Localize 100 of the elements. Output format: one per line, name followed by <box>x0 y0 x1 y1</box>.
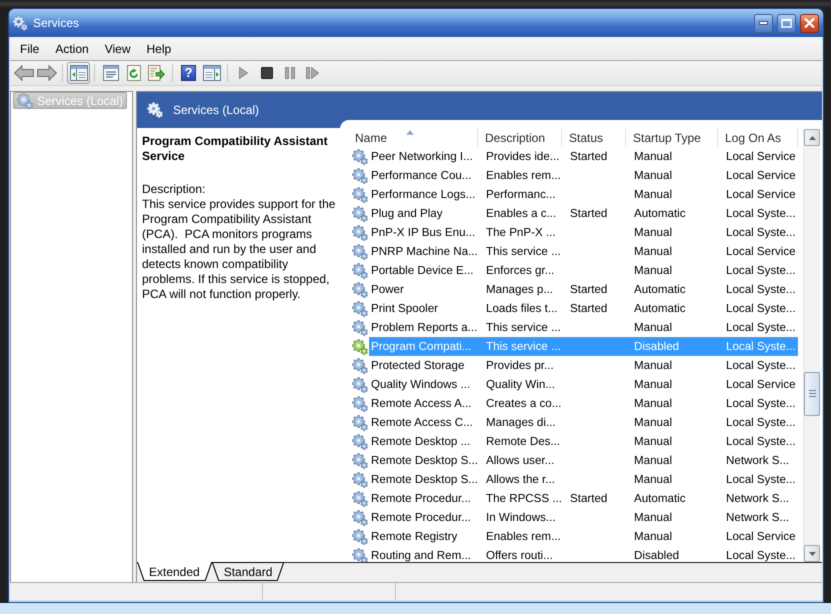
name-cell-text: Remote Desktop ... <box>370 434 472 450</box>
startup-type-cell-text: Manual <box>633 149 674 165</box>
name-cell-text: Plug and Play <box>370 206 444 222</box>
gear-icon <box>352 224 368 240</box>
service-row[interactable]: Remote Procedur... The RPCSS ... Started Automatic Network S... <box>369 489 798 508</box>
status-cell-text: Started <box>569 282 608 298</box>
scroll-down-button[interactable] <box>804 545 820 562</box>
description-cell-text: Manages di... <box>485 415 557 431</box>
service-row[interactable]: Peer Networking I... Provides ide... Started Manual Local Service <box>369 147 798 166</box>
menu-item[interactable]: Help <box>138 40 180 58</box>
log-on-as-cell-text: Local Syste... <box>725 548 797 562</box>
name-cell-text: Print Spooler <box>370 301 440 317</box>
gear-icon <box>352 528 368 544</box>
description-cell-text: Remote Des... <box>485 434 562 450</box>
service-row[interactable]: PnP-X IP Bus Enu... The PnP-X ... Manual Local Syste... <box>369 223 798 242</box>
menu-item[interactable]: Action <box>47 40 97 58</box>
description-cell-text: This service ... <box>485 339 562 355</box>
name-cell-text: Program Compati... <box>370 339 473 355</box>
name-cell-text: Remote Access C... <box>370 415 474 431</box>
name-cell-text: Problem Reports a... <box>370 320 478 336</box>
gear-icon <box>352 452 368 468</box>
gear-icon <box>352 244 368 260</box>
service-row[interactable]: Remote Access A... Creates a co... Manual Local Syste... <box>369 394 798 413</box>
log-on-as-cell-text: Local Syste... <box>725 415 797 431</box>
description-cell-text: Creates a co... <box>485 396 562 412</box>
gear-icon <box>12 15 28 31</box>
name-cell-text: Quality Windows ... <box>370 377 472 393</box>
service-row[interactable]: Remote Registry Enables rem... Manual Local Service <box>369 527 798 546</box>
scroll-up-button[interactable] <box>804 129 820 146</box>
name-cell-text: PnP-X IP Bus Enu... <box>370 225 476 241</box>
name-cell-text: Remote Desktop S... <box>370 453 479 469</box>
pane-title: Services (Local) <box>173 103 260 117</box>
log-on-as-cell-text: Local Syste... <box>725 206 797 222</box>
name-cell-text: Remote Access A... <box>370 396 473 412</box>
column-header[interactable]: Status <box>562 129 626 147</box>
service-row[interactable]: Remote Desktop S... Allows user... Manual Network S... <box>369 451 798 470</box>
status-cell-text: Started <box>569 149 608 165</box>
startup-type-cell-text: Automatic <box>633 282 687 298</box>
description-cell-text: Allows the r... <box>485 472 556 488</box>
menu-item[interactable]: View <box>96 40 138 58</box>
scrollbar-thumb[interactable] <box>804 372 820 416</box>
service-row[interactable]: Quality Windows ... Quality Win... Manual Local Service <box>369 375 798 394</box>
service-row[interactable]: Portable Device E... Enforces gr... Manual Local Syste... <box>369 261 798 280</box>
column-header[interactable]: Log On As <box>718 129 798 147</box>
startup-type-cell-text: Manual <box>633 472 674 488</box>
service-row[interactable]: Problem Reports a... This service ... Manual Local Syste... <box>369 318 798 337</box>
service-row[interactable]: Routing and Rem... Offers routi... Disabled Local Syste... <box>369 546 798 562</box>
startup-type-cell-text: Manual <box>633 434 674 450</box>
column-header[interactable]: Startup Type <box>626 129 718 147</box>
startup-type-cell-text: Disabled <box>633 548 680 562</box>
help-button[interactable]: ? <box>177 62 200 84</box>
startup-type-cell-text: Automatic <box>633 491 687 507</box>
gear-icon <box>17 92 33 108</box>
service-row[interactable]: PNRP Machine Na... This service ... Manual Local Service <box>369 242 798 261</box>
log-on-as-cell-text: Local Syste... <box>725 282 797 298</box>
caret-down-icon <box>808 552 816 556</box>
gear-icon <box>352 472 368 488</box>
description-text: This service provides support for the Program Compatibility Assistant (PCA). PCA monitors programs installed and run by the user and detects known compatibility problems. If this service is stopped, PCA will not function properly. <box>142 197 336 302</box>
service-row[interactable]: Remote Procedur... In Windows... Manual Network S... <box>369 508 798 527</box>
service-row[interactable]: Print Spooler Loads files t... Started Automatic Local Syste... <box>369 299 798 318</box>
column-header[interactable]: Description <box>478 129 562 147</box>
gear-icon <box>352 510 368 526</box>
log-on-as-cell-text: Network S... <box>725 491 790 507</box>
gear-icon <box>352 320 368 336</box>
service-row[interactable]: Remote Desktop ... Remote Des... Manual Local Syste... <box>369 432 798 451</box>
name-cell-text: Remote Registry <box>370 529 458 545</box>
name-cell-text: Protected Storage <box>370 358 466 374</box>
gear-icon <box>352 414 368 430</box>
maximize-button[interactable] <box>777 14 796 32</box>
description-cell-text: Enables rem... <box>485 529 562 545</box>
service-row[interactable]: Performance Cou... Enables rem... Manual Local Service <box>369 166 798 185</box>
service-row[interactable]: Remote Desktop S... Allows the r... Manual Local Syste... <box>369 470 798 489</box>
gear-icon <box>147 102 163 118</box>
view-tab[interactable]: Extended <box>137 562 212 581</box>
startup-type-cell-text: Manual <box>633 396 674 412</box>
status-cell-text: Started <box>569 301 608 317</box>
description-cell-text: Performanc... <box>485 187 557 203</box>
service-row[interactable]: Plug and Play Enables a c... Started Automatic Local Syste... <box>369 204 798 223</box>
service-row[interactable]: Protected Storage Provides pr... Manual Local Syste... <box>369 356 798 375</box>
log-on-as-cell-text: Local Syste... <box>725 396 797 412</box>
close-button[interactable] <box>800 14 819 32</box>
gear-icon <box>352 148 368 164</box>
startup-type-cell-text: Manual <box>633 358 674 374</box>
description-cell-text: Enables a c... <box>485 206 558 222</box>
name-cell-text: Power <box>370 282 405 298</box>
gear-icon <box>352 186 368 202</box>
name-cell-text: Routing and Rem... <box>370 548 472 562</box>
minimize-button[interactable] <box>754 14 773 32</box>
view-tab[interactable]: Standard <box>212 562 284 581</box>
log-on-as-cell-text: Local Service <box>725 377 797 393</box>
description-cell-text: Manages p... <box>485 282 554 298</box>
name-cell-text: Performance Logs... <box>370 187 476 203</box>
name-cell-text: Remote Desktop S... <box>370 472 479 488</box>
service-row[interactable]: Remote Access C... Manages di... Manual Local Syste... <box>369 413 798 432</box>
description-cell-text: Provides ide... <box>485 149 560 165</box>
gear-icon <box>352 282 368 298</box>
service-row[interactable]: Power Manages p... Started Automatic Local Syste... <box>369 280 798 299</box>
column-header[interactable]: Name <box>343 129 478 147</box>
service-row[interactable]: Performance Logs... Performanc... Manual Local Service <box>369 185 798 204</box>
menu-item[interactable]: File <box>12 40 48 58</box>
